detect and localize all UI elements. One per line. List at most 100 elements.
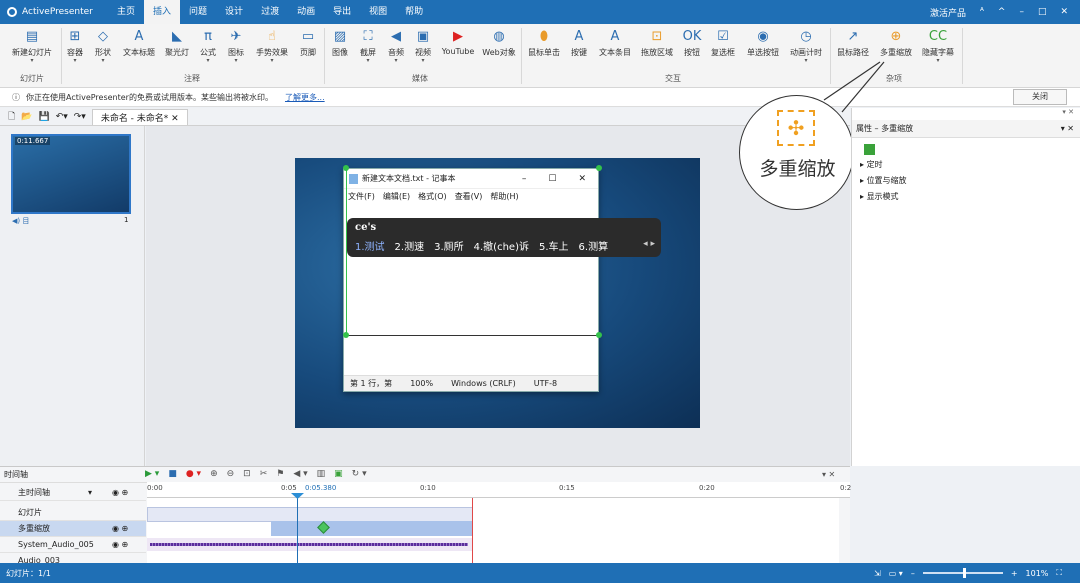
split-icon[interactable]: ✂ <box>260 469 268 479</box>
text-entry-button[interactable]: A 文本条目 <box>595 27 635 58</box>
fit-view-icon[interactable]: ⇲ <box>874 569 881 578</box>
prop-close-icon[interactable]: ▾ ✕ <box>1061 120 1080 138</box>
zoom-level: 101% <box>1025 568 1049 578</box>
spotlight-button[interactable]: ◣ 聚光灯 <box>162 27 192 58</box>
cursor-path-button[interactable]: ↗ 鼠标路径 <box>833 27 873 58</box>
image-button[interactable]: ▨ 图像 <box>328 27 352 58</box>
resize-handle[interactable] <box>343 165 349 171</box>
open-folder-icon[interactable]: 📂 <box>21 112 32 122</box>
undo-icon[interactable]: ↶▾ <box>56 112 68 122</box>
zoom-properties-icon[interactable] <box>864 144 875 155</box>
collapse-ribbon-icon[interactable]: ^ <box>998 7 1006 17</box>
zoom-in-icon[interactable]: ⊕ <box>210 469 218 479</box>
section-display-mode[interactable]: ▸ 显示模式 <box>852 189 1080 205</box>
cc-small-icon[interactable]: ▣ <box>334 469 343 479</box>
video-icon: ▣ <box>416 28 430 44</box>
save-icon[interactable]: 💾 <box>38 112 49 122</box>
gesture-button[interactable]: ☝ 手势效果 ▾ <box>252 27 292 64</box>
zoom-slider[interactable] <box>922 568 1003 578</box>
notepad-window-screenshot[interactable]: 新建文本文档.txt - 记事本 – ☐ ✕ 文件(F) 编辑(E) 格式(O) 查… <box>343 168 599 392</box>
icon-button[interactable]: ✈ 图标 ▾ <box>224 27 248 64</box>
tab-home[interactable]: 主页 <box>108 0 144 24</box>
main-timeline-selector[interactable]: 主时间轴 ▾ ◉ ⊕ <box>0 485 146 501</box>
maximize-button[interactable]: □ <box>1038 7 1047 17</box>
zoom-n-pan-icon: ✣ <box>777 110 815 146</box>
app-title: ActivePresenter <box>22 7 93 17</box>
resize-handle[interactable] <box>343 332 349 338</box>
timer-button[interactable]: ◷ 动画计时 ▾ <box>786 27 826 64</box>
mouse-click-button[interactable]: ⬮ 鼠标单击 <box>524 27 564 58</box>
radio-button-button[interactable]: ◉ 单选按钮 <box>743 27 783 58</box>
end-marker[interactable] <box>472 498 473 563</box>
timeline-row-slide[interactable]: 幻灯片 <box>0 505 146 521</box>
chart-icon[interactable]: ▥ <box>317 469 326 479</box>
slide-audio-icon: ◀) 目 <box>12 217 30 225</box>
slide-thumbnail[interactable]: 0:11.667 <box>11 134 131 214</box>
minimize-button[interactable]: – <box>1019 7 1024 17</box>
timeline-ruler[interactable]: 0:00 0:05 0:05.380 0:10 0:15 0:20 0:2 <box>147 482 851 498</box>
audio-button[interactable]: ◀ 音频 ▾ <box>384 27 408 64</box>
new-slide-button[interactable]: ▤ 新建幻灯片 ▾ <box>6 27 58 64</box>
learn-more-link[interactable]: 了解更多... <box>285 92 325 103</box>
fit-icon[interactable]: ⊡ <box>243 469 251 479</box>
document-tab[interactable]: 未命名 - 未命名* ✕ <box>91 108 188 125</box>
text-caption-button[interactable]: A 文本标题 <box>119 27 159 58</box>
tab-insert[interactable]: 插入 <box>144 0 181 24</box>
checkbox-button[interactable]: ☑ 复选框 <box>707 27 739 58</box>
panel-pin-icon[interactable]: ▾ ✕ <box>852 108 1080 120</box>
close-tab-icon[interactable]: ✕ <box>171 114 179 124</box>
zoom-out-button[interactable]: – <box>911 569 915 578</box>
section-position-scale[interactable]: ▸ 位置与缩放 <box>852 173 1080 189</box>
web-object-button[interactable]: ◍ Web对象 <box>480 27 518 58</box>
tab-design[interactable]: 设计 <box>216 0 252 24</box>
zoom-n-pan-button[interactable]: ⊕ 多重缩放 <box>876 27 916 58</box>
drop-area-button[interactable]: ⊡ 拖放区域 <box>638 27 676 58</box>
redo-icon[interactable]: ↷▾ <box>74 112 86 122</box>
footer-button[interactable]: ▭ 页脚 <box>296 27 320 58</box>
zoom-out-icon[interactable]: ⊖ <box>227 469 235 479</box>
equation-button[interactable]: π 公式 ▾ <box>196 27 220 64</box>
container-button[interactable]: ⊞ 容器 ▾ <box>63 27 87 64</box>
playhead[interactable] <box>297 494 298 563</box>
play-icon[interactable]: ▶ ▾ <box>145 469 159 479</box>
youtube-button[interactable]: ▶ YouTube <box>440 27 476 57</box>
ribbon-style-icon[interactable]: ᴬ <box>980 7 984 17</box>
video-button[interactable]: ▣ 视频 ▾ <box>411 27 435 64</box>
tab-help[interactable]: 帮助 <box>396 0 432 24</box>
keystroke-button[interactable]: A 按键 <box>567 27 591 58</box>
close-info-button[interactable]: 关闭 <box>1013 89 1067 105</box>
tab-transitions[interactable]: 过渡 <box>252 0 288 24</box>
fullscreen-icon[interactable]: ⛶ <box>1056 568 1062 578</box>
timeline-close-icon[interactable]: ▾ ✕ <box>822 470 835 479</box>
tab-questions[interactable]: 问题 <box>180 0 216 24</box>
resize-handle[interactable] <box>596 165 602 171</box>
slide-track-bar[interactable] <box>147 507 473 522</box>
zoom-in-button[interactable]: + <box>1011 569 1018 578</box>
tab-animations[interactable]: 动画 <box>288 0 324 24</box>
stop-icon[interactable]: ■ <box>168 469 177 479</box>
zoom-slider-knob[interactable] <box>962 568 966 578</box>
np-maximize-icon: ☐ <box>548 173 557 184</box>
button-button[interactable]: OK 按钮 <box>680 27 704 58</box>
timeline-row-zoom[interactable]: 多重缩放 ◉ ⊕ <box>0 521 146 537</box>
marker-icon[interactable]: ⚑ <box>276 469 284 479</box>
trial-info-bar: ⓘ 你正在使用ActivePresenter的免费或试用版本。某些输出将被水印。… <box>0 88 1080 107</box>
tab-view[interactable]: 视图 <box>360 0 396 24</box>
resize-handle[interactable] <box>596 332 602 338</box>
ime-composition: ce's <box>355 222 377 233</box>
closed-caption-button[interactable]: CC 隐藏字幕 ▾ <box>918 27 958 64</box>
audio-tools-icon[interactable]: ◀ ▾ <box>293 469 307 479</box>
callout-label: 多重缩放 <box>759 158 836 180</box>
shape-button[interactable]: ◇ 形状 ▾ <box>90 27 116 64</box>
loop-icon[interactable]: ↻ ▾ <box>352 469 367 479</box>
activate-product-link[interactable]: 激活产品 <box>930 6 966 19</box>
screenshot-button[interactable]: ⛶ 截屏 ▾ <box>356 27 380 64</box>
tab-export[interactable]: 导出 <box>324 0 360 24</box>
record-icon[interactable]: ● ▾ <box>186 469 201 479</box>
new-file-icon[interactable]: 🗋 <box>8 109 15 125</box>
timeline-row-system-audio[interactable]: System_Audio_005 ◉ ⊕ <box>0 537 146 553</box>
close-button[interactable]: ✕ <box>1060 7 1068 17</box>
zoom-track-bar[interactable] <box>271 521 473 536</box>
view-mode-icon[interactable]: ▭ ▾ <box>889 569 903 578</box>
section-timing[interactable]: ▸ 定时 <box>852 157 1080 173</box>
